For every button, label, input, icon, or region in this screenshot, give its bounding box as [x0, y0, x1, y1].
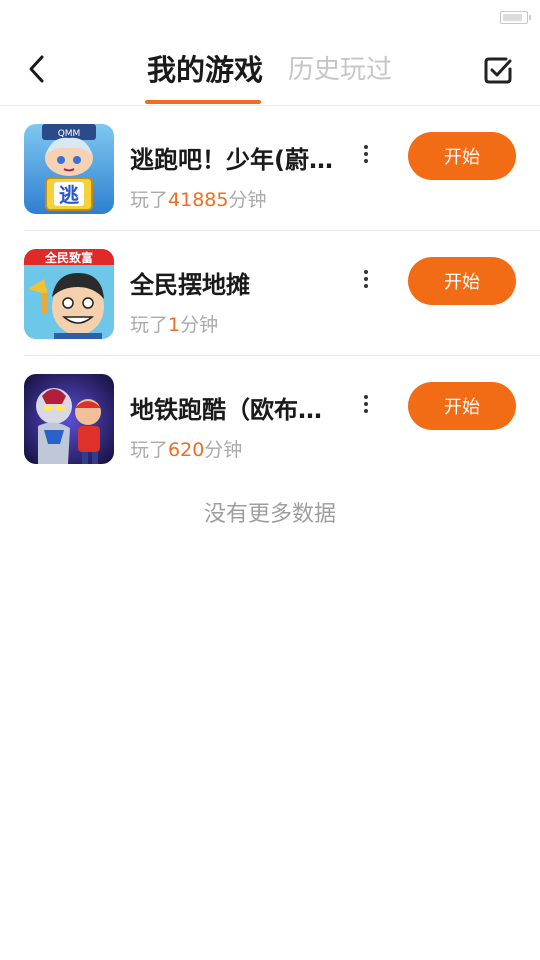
game-list: QMM 逃 逃跑吧！少年(蔚来版) 玩了41885分钟 开始 全民致富 全民摆地…: [0, 106, 540, 481]
play-time: 玩了620分钟: [130, 435, 242, 462]
play-time: 玩了1分钟: [130, 310, 218, 337]
play-time-suffix: 分钟: [180, 314, 219, 336]
game-icon-subway-surfers[interactable]: [24, 374, 114, 464]
game-title: 逃跑吧！少年(蔚来版): [130, 146, 345, 174]
play-time-prefix: 玩了: [130, 189, 169, 211]
play-time: 玩了41885分钟: [130, 185, 266, 212]
play-time-suffix: 分钟: [204, 439, 243, 461]
game-title: 全民摆地摊: [130, 271, 250, 299]
battery-level: [503, 14, 522, 21]
start-button[interactable]: 开始: [408, 382, 516, 430]
play-time-suffix: 分钟: [228, 189, 267, 211]
chevron-left-icon[interactable]: [22, 54, 52, 84]
play-time-prefix: 玩了: [130, 314, 169, 336]
more-options-icon[interactable]: [356, 142, 376, 170]
status-bar: [0, 0, 540, 38]
header: 我的游戏 历史玩过: [0, 38, 540, 106]
game-title: 地铁跑酷（欧布版）: [130, 396, 345, 424]
more-options-icon[interactable]: [356, 392, 376, 420]
play-time-prefix: 玩了: [130, 439, 169, 461]
play-time-minutes: 41885: [168, 189, 229, 211]
icon-text: 全民致富: [44, 250, 93, 265]
play-time-minutes: 1: [168, 314, 181, 336]
start-button[interactable]: 开始: [408, 132, 516, 180]
start-button[interactable]: 开始: [408, 257, 516, 305]
checkbox-icon[interactable]: [482, 54, 514, 86]
active-tab-indicator: [145, 100, 261, 104]
game-icon-escape[interactable]: QMM 逃: [24, 124, 114, 214]
list-item[interactable]: 全民致富 全民摆地摊 玩了1分钟 开始: [0, 231, 540, 356]
list-item[interactable]: 地铁跑酷（欧布版） 玩了620分钟 开始: [0, 356, 540, 481]
tab-history-played[interactable]: 历史玩过: [288, 50, 392, 90]
game-icon-street-stall[interactable]: 全民致富: [24, 249, 114, 339]
play-time-minutes: 620: [168, 439, 205, 461]
list-item[interactable]: QMM 逃 逃跑吧！少年(蔚来版) 玩了41885分钟 开始: [0, 106, 540, 231]
tab-my-games[interactable]: 我的游戏: [147, 50, 263, 90]
no-more-data-text: 没有更多数据: [203, 502, 336, 527]
icon-text: 逃: [59, 183, 80, 207]
more-options-icon[interactable]: [356, 267, 376, 295]
battery-icon: [500, 11, 531, 24]
icon-badge-text: QMM: [58, 129, 81, 139]
